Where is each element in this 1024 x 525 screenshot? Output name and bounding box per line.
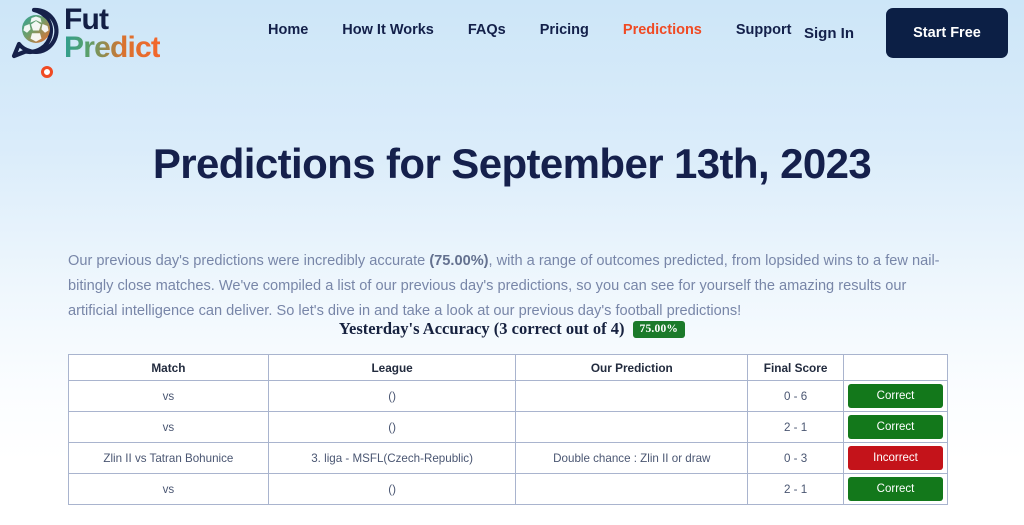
page-root: Fut Predict Home How It Works FAQs Prici… [0,0,1024,525]
cell-status: Correct [843,473,948,505]
brand-name-top: Fut [64,3,109,37]
nav-item-how-it-works[interactable]: How It Works [342,22,434,38]
nav-item-pricing[interactable]: Pricing [540,22,589,38]
status-badge: Correct [848,384,943,408]
cell-status: Correct [843,380,948,412]
soccer-ball-speech-bubble-logo-icon [8,6,60,62]
status-badge: Correct [848,477,943,501]
cell-match: vs [68,411,269,443]
cell-status: Correct [843,411,948,443]
brand-wordmark: Fut Predict [64,3,161,64]
nav-item-support[interactable]: Support [736,22,792,38]
cell-match: vs [68,380,269,412]
cell-final-score: 2 - 1 [747,411,845,443]
cell-league: 3. liga - MSFL(Czech-Republic) [267,442,517,474]
cell-league: () [267,411,517,443]
predictions-table-wrapper: Match League Our Prediction Final Score … [68,354,948,505]
predictions-table: Match League Our Prediction Final Score … [68,354,948,505]
nav-item-predictions[interactable]: Predictions [623,22,702,38]
status-badge: Correct [848,415,943,439]
cell-match: vs [68,473,269,505]
cell-prediction [515,473,749,505]
table-row: Zlin II vs Tatran Bohunice 3. liga - MSFL… [68,442,948,474]
cell-final-score: 0 - 3 [747,442,845,474]
nav-item-home[interactable]: Home [268,22,308,38]
nav-item-faqs[interactable]: FAQs [468,22,506,38]
cell-prediction [515,380,749,412]
intro-paragraph: Our previous day's predictions were incr… [68,249,956,324]
auth-actions: Sign In Start Free [804,8,1008,58]
loading-ring-icon [41,66,53,78]
site-header: Fut Predict Home How It Works FAQs Prici… [0,0,1024,78]
table-row: vs() 2 - 1 Correct [68,473,948,505]
accuracy-summary: Yesterday's Accuracy (3 correct out of 4… [0,319,1024,339]
column-header-final-score: Final Score [747,354,845,381]
page-title: Predictions for September 13th, 2023 [152,140,872,188]
accuracy-label: Yesterday's Accuracy (3 correct out of 4… [338,319,625,338]
start-free-button[interactable]: Start Free [886,8,1008,58]
column-header-prediction: Our Prediction [515,354,749,381]
status-badge: Incorrect [848,446,943,470]
column-header-match: Match [68,354,269,381]
column-header-status [843,354,948,381]
brand-name-bottom: Predict [64,31,161,64]
cell-prediction: Double chance : Zlin II or draw [515,442,749,474]
cell-status: Incorrect [843,442,948,474]
main-navigation: Home How It Works FAQs Pricing Predictio… [268,22,791,38]
table-header-row: Match League Our Prediction Final Score [68,354,948,381]
intro-text-part1: Our previous day's predictions were incr… [68,252,430,269]
table-head: Match League Our Prediction Final Score [68,354,948,381]
cell-league: () [267,380,517,412]
cell-league: () [267,473,517,505]
brand-logo[interactable]: Fut Predict [8,3,161,64]
cell-final-score: 0 - 6 [747,380,845,412]
sign-in-link[interactable]: Sign In [804,25,854,42]
table-row: vs() 0 - 6 Correct [68,380,948,412]
cell-match: Zlin II vs Tatran Bohunice [68,442,269,474]
table-body: vs() 0 - 6 Correct vs() 2 - 1 Correct Zlin II … [68,380,948,505]
intro-accuracy-highlight: (75.00%) [429,252,489,269]
cell-prediction [515,411,749,443]
accuracy-badge: 75.00% [632,321,686,338]
column-header-league: League [267,354,517,381]
table-row: vs() 2 - 1 Correct [68,411,948,443]
cell-final-score: 2 - 1 [747,473,845,505]
